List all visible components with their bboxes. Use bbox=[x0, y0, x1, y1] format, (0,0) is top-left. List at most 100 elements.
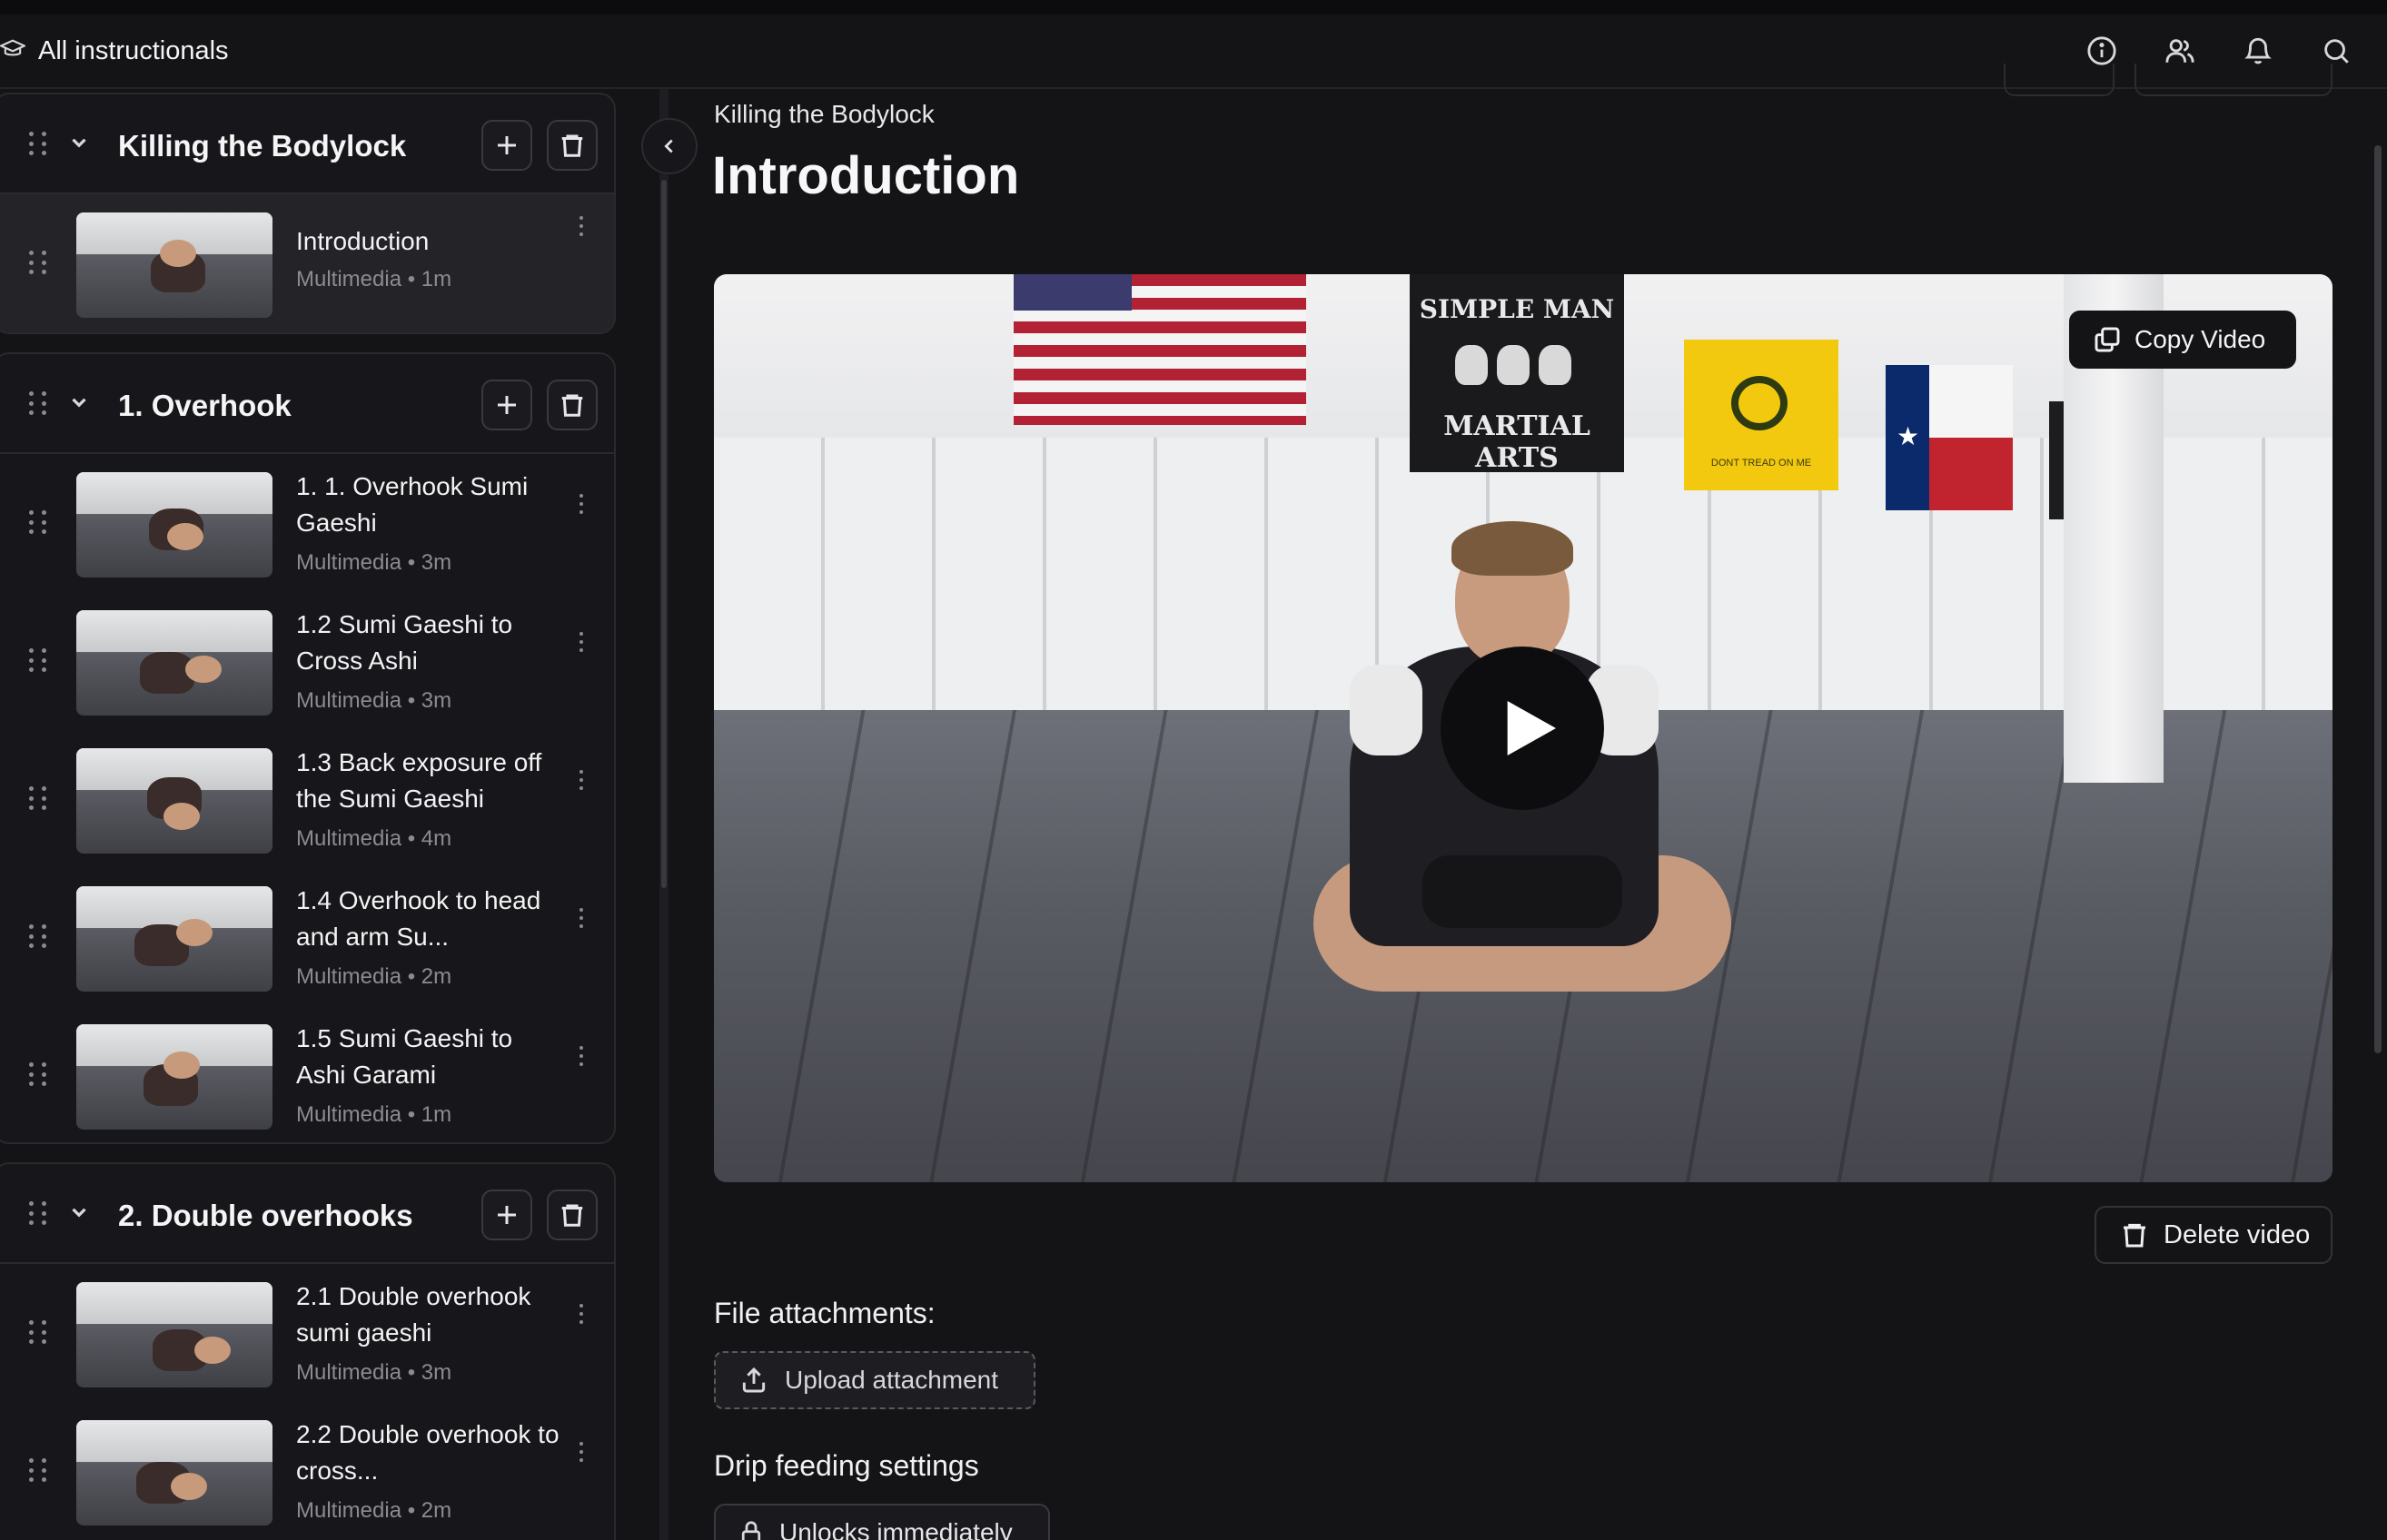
more-options-icon[interactable] bbox=[579, 1304, 587, 1328]
drag-handle-icon[interactable] bbox=[29, 1458, 47, 1484]
lesson-item[interactable]: 2.2 Double overhook to cross... Multimed… bbox=[0, 1402, 614, 1540]
lesson-item[interactable]: 1.3 Back exposure off the Sumi Gaeshi Mu… bbox=[0, 730, 614, 868]
more-options-icon[interactable] bbox=[579, 770, 587, 794]
lock-icon bbox=[741, 1521, 761, 1540]
lesson-meta: Multimedia • 2m bbox=[296, 1498, 452, 1523]
drag-handle-icon[interactable] bbox=[29, 391, 47, 417]
drag-handle-icon[interactable] bbox=[29, 1062, 47, 1088]
lesson-meta: Multimedia • 3m bbox=[296, 1360, 452, 1385]
drag-handle-icon[interactable] bbox=[29, 1201, 47, 1227]
page-title: Introduction bbox=[712, 146, 1020, 205]
chevron-down-icon[interactable] bbox=[67, 1200, 91, 1224]
play-button[interactable] bbox=[1441, 647, 1604, 810]
section-title[interactable]: 2. Double overhooks bbox=[118, 1199, 413, 1233]
curriculum-sidebar: Killing the Bodylock Introduction Multim… bbox=[0, 89, 627, 1540]
play-icon bbox=[1507, 701, 1556, 755]
copy-video-button[interactable]: Copy Video bbox=[2069, 311, 2296, 369]
gadsden-flag: DONT TREAD ON ME bbox=[1684, 340, 1838, 490]
header-action-button[interactable] bbox=[2134, 64, 2333, 96]
delete-section-button[interactable] bbox=[547, 380, 598, 430]
lesson-meta: Multimedia • 1m bbox=[296, 267, 452, 291]
section-double-overhooks: 2. Double overhooks 2.1 Double overhook … bbox=[0, 1162, 616, 1540]
delete-section-button[interactable] bbox=[547, 120, 598, 171]
lesson-title: 1.4 Overhook to head and arm Su... bbox=[296, 886, 541, 951]
lesson-title: 1.5 Sumi Gaeshi to Ashi Garami bbox=[296, 1024, 513, 1089]
section-title[interactable]: 1. Overhook bbox=[118, 389, 292, 423]
lesson-meta: Multimedia • 2m bbox=[296, 964, 452, 989]
drag-handle-icon[interactable] bbox=[29, 1320, 47, 1346]
header-action-button[interactable] bbox=[2004, 64, 2115, 96]
more-options-icon[interactable] bbox=[579, 1442, 587, 1466]
bell-icon bbox=[2244, 37, 2272, 64]
lesson-item[interactable]: 1.5 Sumi Gaeshi to Ashi Garami Multimedi… bbox=[0, 1006, 614, 1142]
breadcrumb[interactable]: Killing the Bodylock bbox=[714, 100, 935, 129]
plus-icon bbox=[498, 396, 516, 414]
main-scrollbar[interactable] bbox=[2374, 145, 2382, 1053]
lesson-thumbnail bbox=[76, 610, 272, 716]
all-instructionals-link[interactable]: All instructionals bbox=[0, 36, 229, 66]
lesson-title: 1.3 Back exposure off the Sumi Gaeshi bbox=[296, 748, 542, 813]
simple-man-flag: SIMPLE MAN MARTIAL ARTS bbox=[1410, 274, 1624, 474]
delete-video-label: Delete video bbox=[2164, 1219, 2311, 1249]
trash-icon bbox=[2124, 1223, 2145, 1248]
all-instructionals-label: All instructionals bbox=[38, 35, 229, 65]
add-lesson-button[interactable] bbox=[481, 1190, 532, 1240]
drag-handle-icon[interactable] bbox=[29, 251, 47, 276]
collapse-sidebar-button[interactable] bbox=[641, 118, 698, 174]
lesson-title: 1. 1. Overhook Sumi Gaeshi bbox=[296, 472, 529, 537]
lesson-meta: Multimedia • 3m bbox=[296, 688, 452, 713]
lesson-item[interactable]: 1. 1. Overhook Sumi Gaeshi Multimedia • … bbox=[0, 454, 614, 592]
add-lesson-button[interactable] bbox=[481, 380, 532, 430]
upload-attachment-button[interactable]: Upload attachment bbox=[714, 1351, 1035, 1409]
lesson-item[interactable]: Introduction Multimedia • 1m bbox=[0, 194, 614, 332]
graduation-cap-icon bbox=[0, 36, 27, 66]
drag-handle-icon[interactable] bbox=[29, 510, 47, 536]
plus-icon bbox=[498, 1206, 516, 1224]
trash-icon bbox=[561, 134, 583, 157]
delete-section-button[interactable] bbox=[547, 1190, 598, 1240]
more-options-icon[interactable] bbox=[579, 494, 587, 518]
section-header: 1. Overhook bbox=[0, 354, 614, 454]
drag-handle-icon[interactable] bbox=[29, 132, 47, 157]
copy-video-label: Copy Video bbox=[2134, 325, 2266, 353]
users-icon bbox=[2165, 39, 2194, 63]
section-killing-the-bodylock: Killing the Bodylock Introduction Multim… bbox=[0, 93, 616, 334]
drip-feeding-heading: Drip feeding settings bbox=[714, 1449, 979, 1482]
section-overhook: 1. Overhook 1. 1. Overhook Sumi Gaeshi M… bbox=[0, 352, 616, 1144]
texas-flag: ★ bbox=[1886, 365, 2013, 510]
lesson-item[interactable]: 1.4 Overhook to head and arm Su... Multi… bbox=[0, 868, 614, 1006]
trash-icon bbox=[561, 394, 583, 417]
unlock-setting-button[interactable]: Unlocks immediately bbox=[714, 1504, 1050, 1540]
chevron-left-icon bbox=[664, 139, 673, 153]
video-player[interactable]: SIMPLE MAN MARTIAL ARTS DONT TREAD ON ME… bbox=[714, 274, 2333, 1182]
lesson-thumbnail bbox=[76, 1024, 272, 1130]
sidebar-resize-divider[interactable] bbox=[659, 89, 669, 1540]
more-options-icon[interactable] bbox=[579, 632, 587, 656]
instructor-hair bbox=[1451, 521, 1573, 576]
drag-handle-icon[interactable] bbox=[29, 924, 47, 950]
upload-attachment-label: Upload attachment bbox=[785, 1366, 999, 1394]
more-options-icon[interactable] bbox=[579, 216, 587, 240]
lesson-item[interactable]: 1.2 Sumi Gaeshi to Cross Ashi Multimedia… bbox=[0, 592, 614, 730]
chevron-down-icon[interactable] bbox=[67, 390, 91, 414]
more-options-icon[interactable] bbox=[579, 908, 587, 932]
delete-video-button[interactable]: Delete video bbox=[2095, 1206, 2333, 1264]
chevron-down-icon[interactable] bbox=[67, 131, 91, 154]
section-title[interactable]: Killing the Bodylock bbox=[118, 129, 406, 163]
more-options-icon[interactable] bbox=[579, 1046, 587, 1070]
lesson-title: 1.2 Sumi Gaeshi to Cross Ashi bbox=[296, 610, 513, 675]
lesson-title: 2.1 Double overhook sumi gaeshi bbox=[296, 1282, 531, 1347]
flag-text-bottom: MARTIAL ARTS bbox=[1443, 410, 1590, 474]
instructor-sleeve-left bbox=[1350, 665, 1422, 755]
upload-icon bbox=[742, 1367, 766, 1393]
sidebar-scrollbar[interactable] bbox=[661, 180, 667, 888]
lesson-item[interactable]: 2.1 Double overhook sumi gaeshi Multimed… bbox=[0, 1264, 614, 1402]
drag-handle-icon[interactable] bbox=[29, 648, 47, 674]
copy-icon bbox=[2095, 327, 2120, 352]
window-top-strip bbox=[0, 0, 2387, 15]
file-attachments-heading: File attachments: bbox=[714, 1297, 936, 1329]
trash-icon bbox=[561, 1204, 583, 1227]
lesson-title: Introduction bbox=[296, 227, 430, 255]
add-lesson-button[interactable] bbox=[481, 120, 532, 171]
drag-handle-icon[interactable] bbox=[29, 786, 47, 812]
